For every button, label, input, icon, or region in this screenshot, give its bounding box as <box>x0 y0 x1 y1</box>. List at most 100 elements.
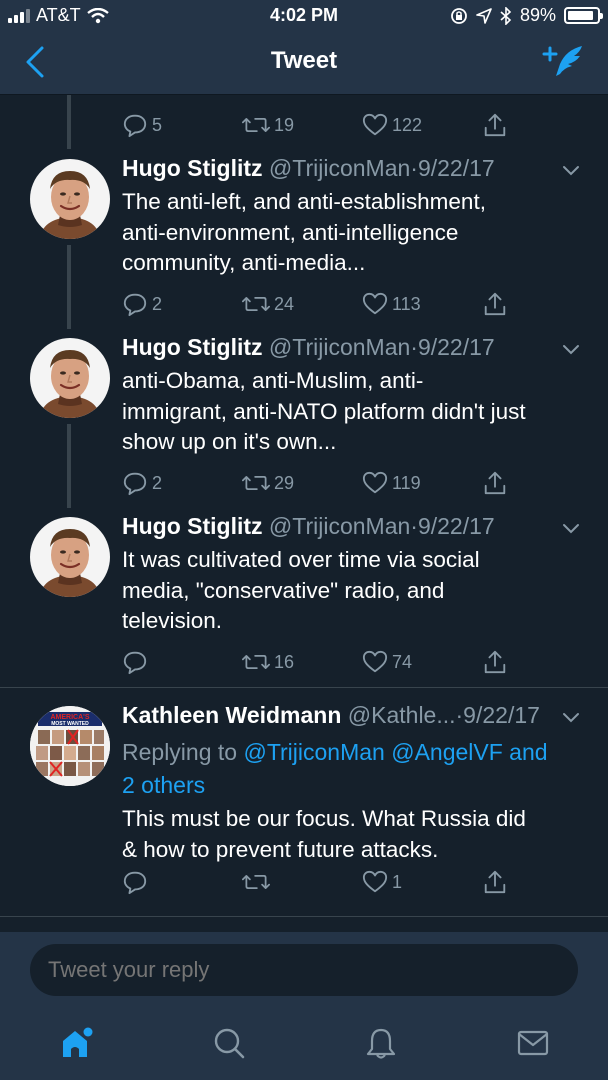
thread-line <box>67 245 71 329</box>
tweet-partial[interactable]: 5 19 122 <box>0 95 608 155</box>
like-count: 113 <box>392 293 421 314</box>
tweet-text-line: media, "conservative" radio, and <box>122 577 445 603</box>
retweet-count: 24 <box>274 293 295 314</box>
like-button[interactable]: 119 <box>362 470 421 496</box>
reply-icon <box>122 470 148 496</box>
replying-to: Replying to @TrijiconMan @AngelVF and 2 … <box>122 736 582 802</box>
heart-icon <box>362 470 388 496</box>
avatar[interactable] <box>30 517 110 597</box>
display-name[interactable]: Hugo Stiglitz <box>122 155 263 181</box>
retweet-count: 16 <box>274 651 295 672</box>
search-icon <box>214 1028 245 1059</box>
tab-bar <box>0 1018 608 1078</box>
bottom-panel <box>0 932 608 1080</box>
retweet-button[interactable]: 24 <box>242 291 294 317</box>
like-button[interactable]: 113 <box>362 291 421 317</box>
heart-icon <box>362 869 388 895</box>
retweet-button[interactable] <box>242 869 270 895</box>
display-name[interactable]: Hugo Stiglitz <box>122 334 263 360</box>
tweet-date: ·9/22/17 <box>410 513 495 539</box>
tweet-actions: 5 19 122 <box>122 112 512 140</box>
retweet-count: 19 <box>274 114 295 135</box>
most-wanted-poster-image: AMERICA'S MOST WANTED <box>30 706 110 786</box>
share-icon <box>482 869 508 895</box>
share-button[interactable] <box>482 649 508 675</box>
like-button[interactable]: 122 <box>362 112 422 138</box>
profile-photo <box>30 517 110 597</box>
profile-photo <box>30 159 110 239</box>
bell-icon <box>366 1028 396 1059</box>
compose-tweet-button[interactable] <box>542 42 586 82</box>
others-link[interactable]: 2 others <box>122 772 205 798</box>
tweet-menu-caret[interactable] <box>562 165 580 177</box>
share-icon <box>482 291 508 317</box>
tweet-menu-caret[interactable] <box>562 712 580 724</box>
avatar[interactable] <box>30 159 110 239</box>
mention-link[interactable]: @AngelVF and <box>391 739 547 765</box>
user-handle[interactable]: @TrijiconMan <box>269 513 410 539</box>
like-button[interactable]: 1 <box>362 869 402 895</box>
reply-count: 2 <box>152 472 163 493</box>
mention-link[interactable]: @TrijiconMan <box>243 739 384 765</box>
tweet-reply-input[interactable] <box>30 944 578 996</box>
tweet-date: ·9/22/17 <box>455 702 540 728</box>
share-button[interactable] <box>482 869 508 895</box>
mail-icon <box>517 1030 549 1056</box>
tweet[interactable]: Hugo Stiglitz @TrijiconMan·9/22/17 anti-… <box>0 334 608 513</box>
tab-search[interactable] <box>204 1018 254 1068</box>
reply-button[interactable]: 2 <box>122 470 162 496</box>
avatar[interactable] <box>30 338 110 418</box>
poster-subtitle: MOST WANTED <box>51 721 89 727</box>
reply-button[interactable] <box>122 869 148 895</box>
tweet-text: anti-Obama, anti-Muslim, anti- immigrant… <box>122 366 582 458</box>
retweet-button[interactable]: 19 <box>242 112 294 138</box>
user-handle[interactable]: @TrijiconMan <box>269 334 410 360</box>
tweet-actions: 2 29 119 <box>122 470 512 498</box>
tweet-text-line: anti-Obama, anti-Muslim, anti- <box>122 368 424 393</box>
poster-title: AMERICA'S <box>51 714 90 721</box>
like-count: 1 <box>392 871 403 892</box>
reply-button[interactable]: 2 <box>122 291 162 317</box>
like-button[interactable]: 74 <box>362 649 412 675</box>
heart-icon <box>362 649 388 675</box>
display-name[interactable]: Kathleen Weidmann <box>122 702 341 728</box>
heart-icon <box>362 112 388 138</box>
retweet-button[interactable]: 29 <box>242 470 294 496</box>
user-handle[interactable]: @TrijiconMan <box>269 155 410 181</box>
divider <box>0 916 608 917</box>
tweet-text-line: television. <box>122 608 223 633</box>
avatar[interactable]: AMERICA'S MOST WANTED <box>30 706 110 786</box>
tweet-text: The anti-left, and anti-establishment, a… <box>122 187 582 279</box>
retweet-icon <box>242 470 270 496</box>
tweet-text-line: show up on it's own... <box>122 429 337 454</box>
share-icon <box>482 470 508 496</box>
tweet-text-line: It was cultivated over time via social <box>122 547 480 572</box>
page-title: Tweet <box>270 47 338 74</box>
share-button[interactable] <box>482 291 508 317</box>
tweet-actions: 1 <box>122 869 512 897</box>
tab-messages[interactable] <box>508 1018 558 1068</box>
tweet[interactable]: AMERICA'S MOST WANTED Kathleen Weidmann … <box>0 688 608 916</box>
tweet-menu-caret[interactable] <box>562 344 580 356</box>
thread-line <box>67 424 71 508</box>
reply-icon <box>122 112 148 138</box>
tweet[interactable]: Hugo Stiglitz @TrijiconMan·9/22/17 It wa… <box>0 513 608 687</box>
tweet-menu-caret[interactable] <box>562 523 580 535</box>
battery-icon <box>564 7 603 24</box>
battery-fill <box>568 11 593 20</box>
user-handle[interactable]: @Kathle... <box>348 702 456 728</box>
reply-button[interactable]: 5 <box>122 112 162 138</box>
share-button[interactable] <box>482 470 508 496</box>
share-button[interactable] <box>482 112 508 138</box>
tab-home[interactable] <box>52 1018 102 1068</box>
tweet[interactable]: Hugo Stiglitz @TrijiconMan·9/22/17 The a… <box>0 155 608 334</box>
bluetooth-icon <box>500 6 512 25</box>
tweet-text: This must be our focus. What Russia did … <box>122 804 582 865</box>
retweet-button[interactable]: 16 <box>242 649 294 675</box>
display-name[interactable]: Hugo Stiglitz <box>122 513 263 539</box>
heart-icon <box>362 291 388 317</box>
tab-notifications[interactable] <box>356 1018 406 1068</box>
battery-percent: 89% <box>519 5 556 25</box>
reply-button[interactable] <box>122 649 148 675</box>
tweet-header: Hugo Stiglitz @TrijiconMan·9/22/17 <box>122 155 578 182</box>
